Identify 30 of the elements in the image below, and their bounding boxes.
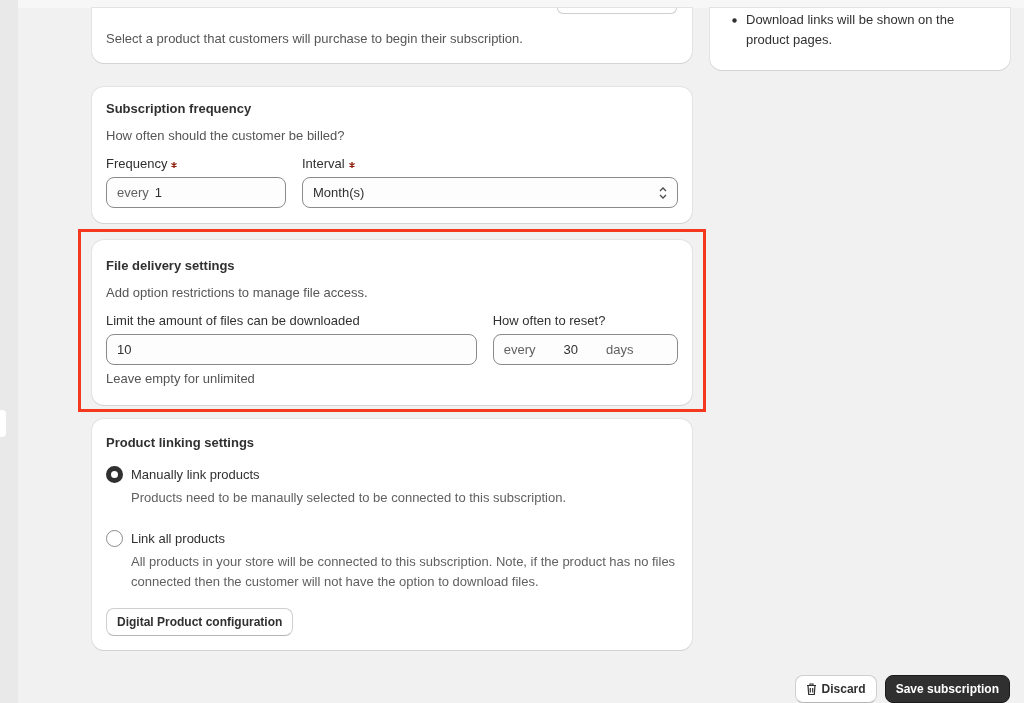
required-icon <box>171 162 178 168</box>
chevron-up-down-icon <box>659 186 667 199</box>
required-icon <box>348 162 355 168</box>
radio-button[interactable] <box>106 466 123 483</box>
help-text: Leave empty for unlimited <box>106 370 256 388</box>
card-title: Subscription frequency <box>106 101 253 116</box>
card-description: Select a product that customers will purchase to begin their subscription. <box>106 30 524 48</box>
option-description: Products need to be manaully selected to be connected to this subscription. <box>131 489 567 507</box>
frequency-input[interactable]: every 1 <box>106 177 286 208</box>
card-description: How often should the customer be billed? <box>106 127 346 145</box>
save-button[interactable]: Save subscription <box>884 675 1010 703</box>
bullet-icon <box>732 18 737 23</box>
reset-input[interactable]: every 30 days <box>492 334 678 365</box>
field-label: Frequency <box>106 156 168 171</box>
info-list-item: Download links will be shown on the product pages. <box>746 11 956 49</box>
field-label: Limit the amount of files can be downloaded <box>106 313 360 328</box>
configuration-button[interactable]: Digital Product configuration <box>106 608 294 636</box>
option-label: Manually link products <box>131 466 261 484</box>
trash-icon <box>805 683 817 695</box>
limit-input[interactable]: 10 <box>106 334 477 365</box>
card-title: Product linking settings <box>106 435 256 450</box>
radio-button[interactable] <box>106 530 123 547</box>
field-label: How often to reset? <box>492 313 606 328</box>
card-description: Add option restrictions to manage file access. <box>106 284 369 302</box>
interval-select[interactable]: Month(s) <box>302 177 678 208</box>
option-label: Link all products <box>131 530 226 548</box>
field-label: Interval <box>302 156 345 171</box>
discard-button[interactable]: Discard <box>794 675 877 703</box>
option-description: All products in your store will be connected to this subscription. Note, if the product has no files connected then the customer will not have the option to download files. <box>131 553 677 591</box>
card-title: File delivery settings <box>106 258 236 273</box>
